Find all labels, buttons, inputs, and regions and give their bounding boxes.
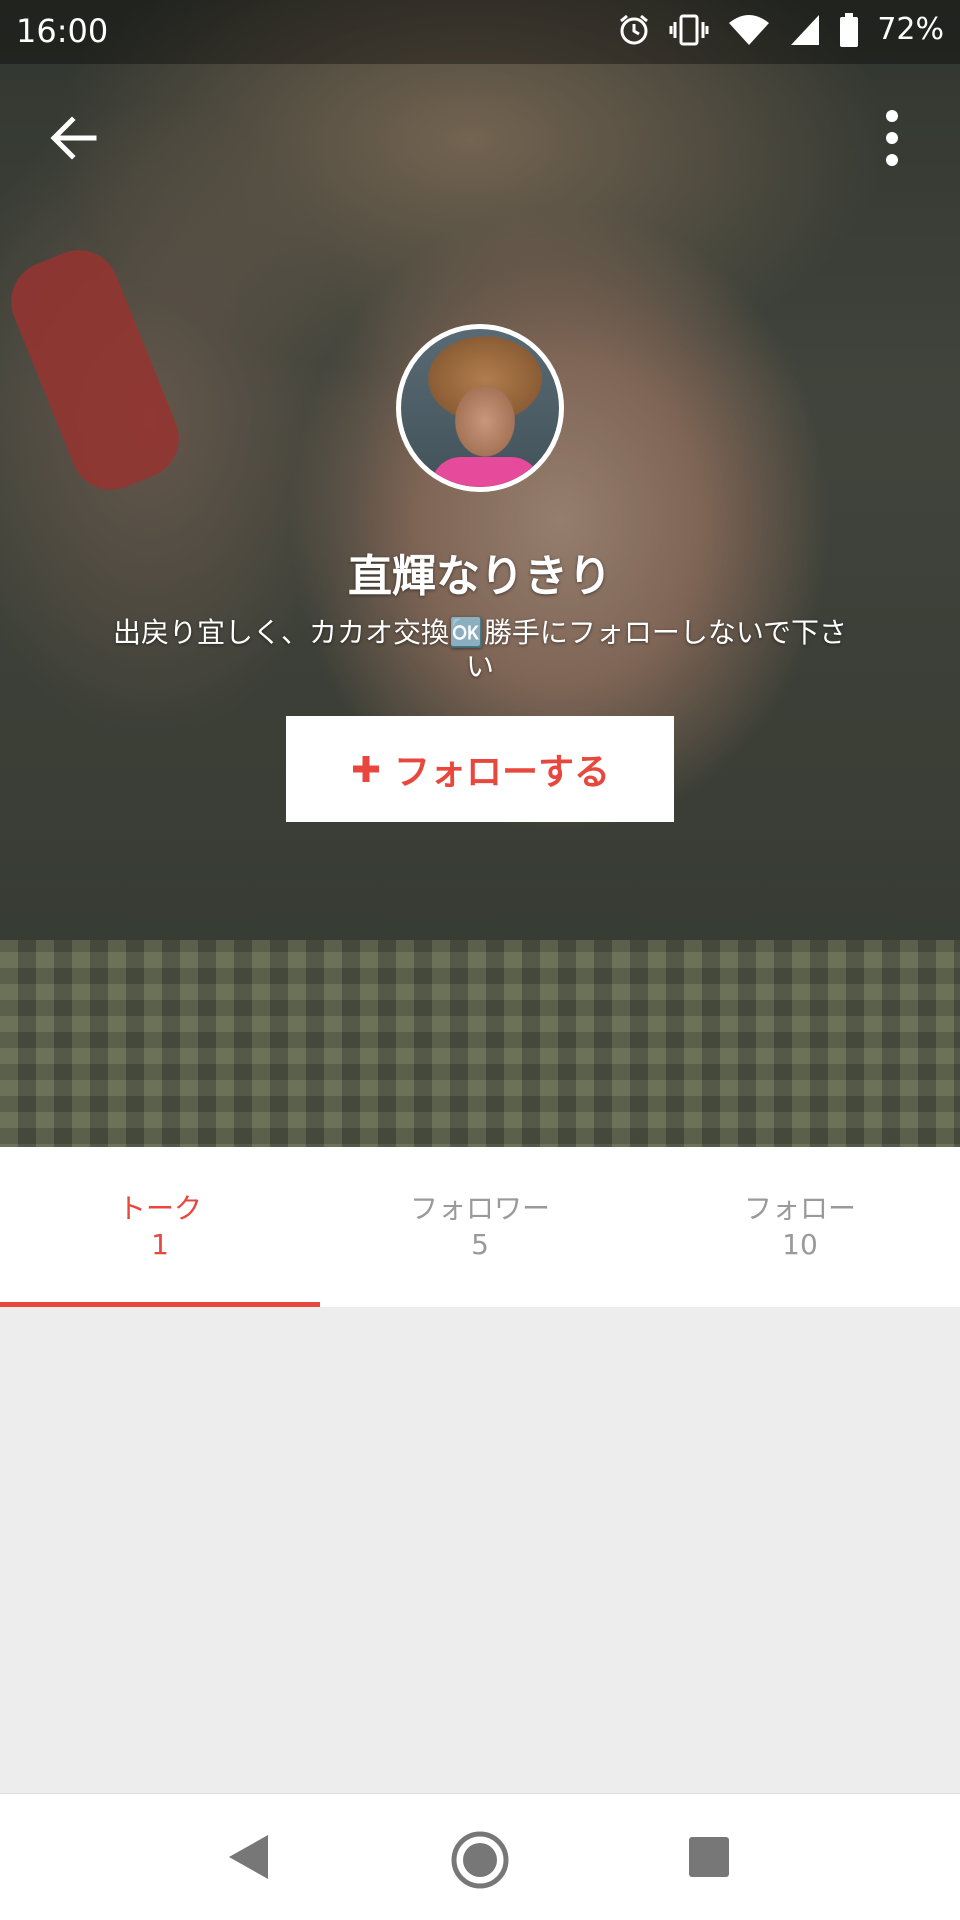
tab-following-label: フォロー (743, 1192, 856, 1225)
tab-talk[interactable]: トーク 1 (0, 1147, 320, 1307)
back-button[interactable] (44, 108, 104, 168)
tab-following-count: 10 (782, 1228, 818, 1261)
tab-followers-label: フォロワー (409, 1192, 550, 1225)
profile-name: 直輝なりきり (348, 551, 612, 602)
plus-icon (352, 756, 379, 782)
tab-following[interactable]: フォロー 10 (640, 1147, 960, 1307)
tab-followers-count: 5 (471, 1228, 489, 1261)
tab-content-area (0, 1307, 960, 1793)
follow-button-label: フォローする (393, 752, 610, 793)
alarm-icon (617, 13, 651, 47)
cover-shirt (0, 940, 960, 1147)
nav-home-icon (451, 1831, 509, 1889)
more-vertical-icon (886, 110, 898, 166)
status-icons: 72% (617, 12, 944, 47)
follow-button[interactable]: フォローする (286, 716, 674, 822)
cover-wristband (0, 238, 191, 502)
signal-icon (789, 13, 821, 47)
battery-percent: 72% (877, 12, 944, 47)
tab-followers[interactable]: フォロワー 5 (320, 1147, 640, 1307)
nav-back-icon (229, 1835, 268, 1879)
nav-back-button[interactable] (226, 1832, 270, 1886)
profile-bio: 出戻り宜しく、カカオ交換🆗勝手にフォローしないで下さい (112, 616, 848, 683)
more-options-button[interactable] (872, 106, 912, 176)
nav-recents-button[interactable] (688, 1836, 730, 1882)
status-time: 16:00 (16, 12, 109, 50)
arrow-left-icon (50, 116, 97, 160)
nav-recents-icon (689, 1837, 729, 1877)
avatar-shirt (431, 457, 541, 487)
profile-avatar[interactable] (396, 324, 564, 492)
tab-talk-label: トーク (117, 1192, 202, 1225)
wifi-icon (727, 13, 771, 47)
vibrate-icon (669, 13, 709, 47)
system-nav-bar (0, 1793, 960, 1920)
tab-talk-count: 1 (151, 1228, 169, 1261)
battery-icon (839, 12, 859, 47)
status-bar: 16:00 72% (0, 0, 960, 64)
profile-tabs: トーク 1 フォロワー 5 フォロー 10 (0, 1147, 960, 1307)
nav-home-button[interactable] (450, 1830, 510, 1894)
